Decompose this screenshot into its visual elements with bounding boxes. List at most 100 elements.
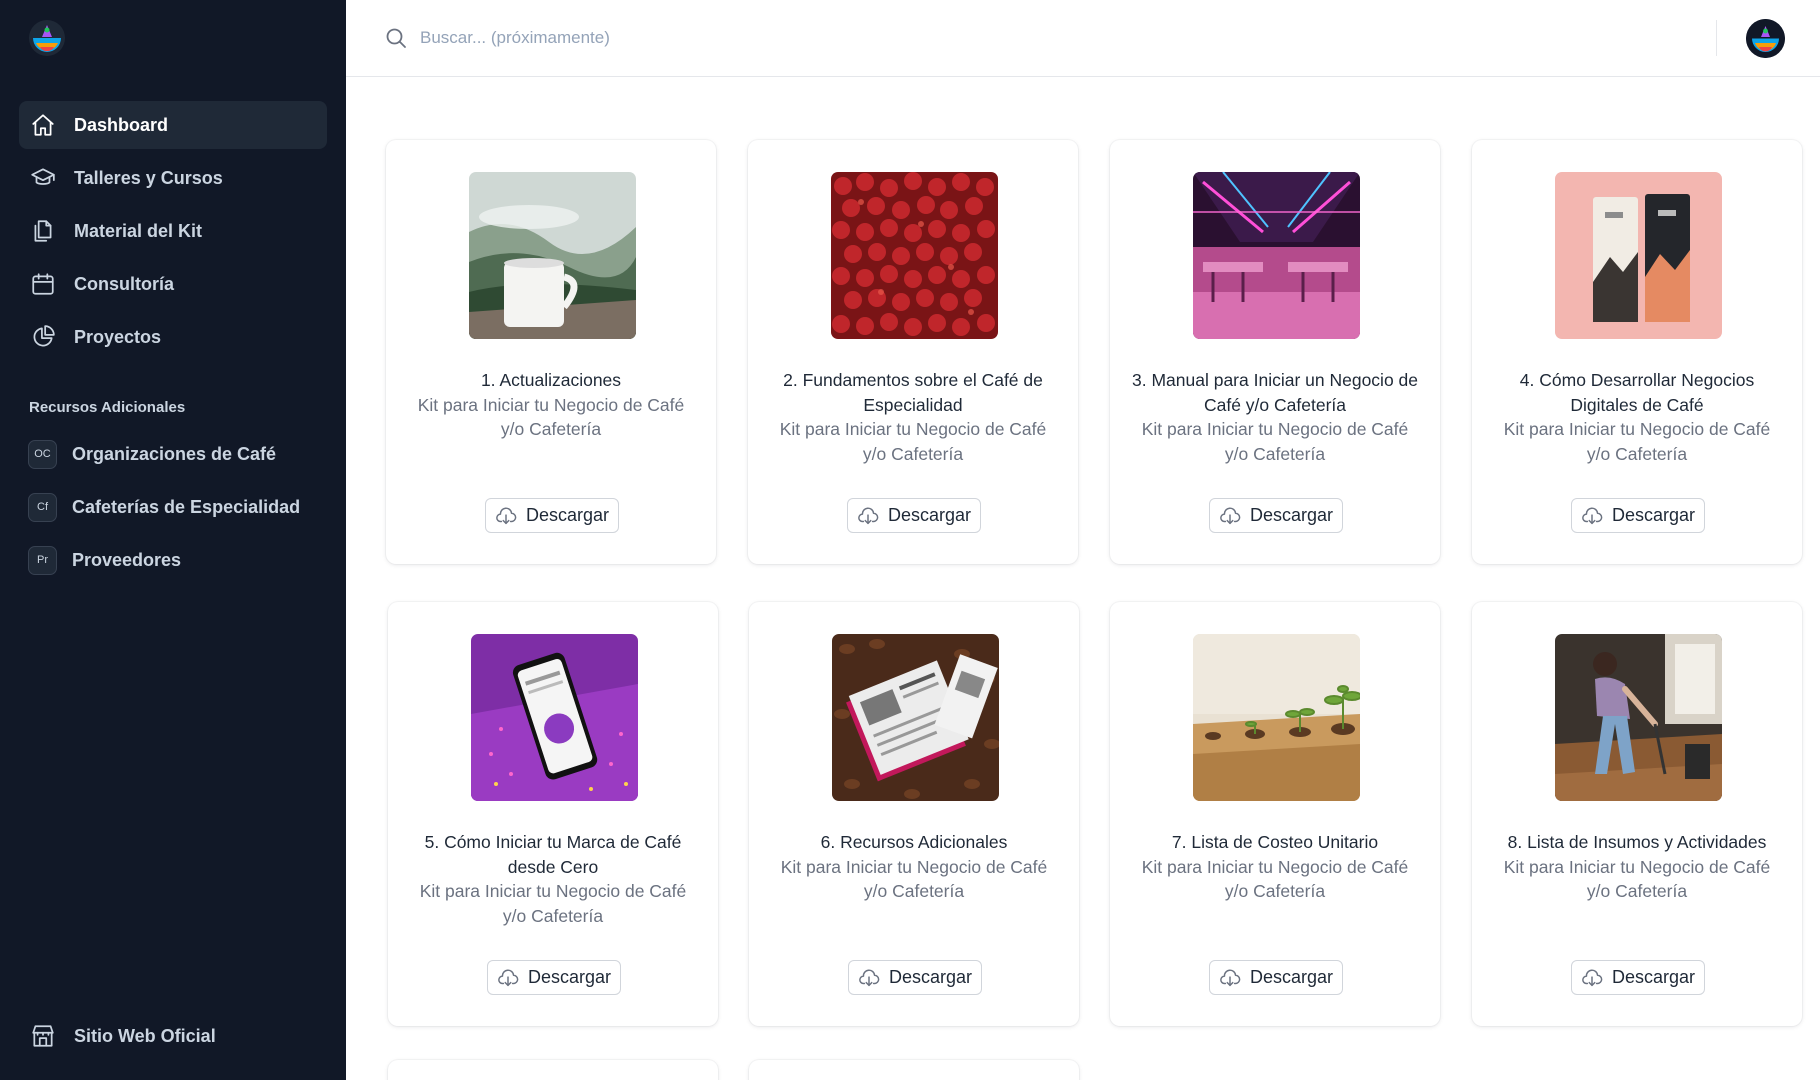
card-image xyxy=(469,172,636,339)
home-icon xyxy=(30,112,56,138)
download-label: Descargar xyxy=(887,505,972,525)
store-icon xyxy=(30,1023,56,1049)
sidebar-item-label: Sitio Web Oficial xyxy=(74,1025,216,1046)
resource-card-partial xyxy=(388,1060,718,1080)
card-image xyxy=(1555,634,1722,801)
download-button[interactable]: Descargar xyxy=(848,960,982,995)
card-title: 3. Manual para Iniciar un Negocio de Caf… xyxy=(1132,370,1419,415)
download-button[interactable]: Descargar xyxy=(1209,498,1343,533)
section-title: Recursos Adicionales xyxy=(29,399,186,416)
sidebar: Dashboard Talleres y Cursos Material del… xyxy=(0,0,346,1080)
resource-card: 8. Lista de Insumos y Actividades Kit pa… xyxy=(1472,602,1802,1026)
card-text: 7. Lista de Costeo Unitario Kit para Ini… xyxy=(1132,830,1418,904)
download-button[interactable]: Descargar xyxy=(487,960,621,995)
sidebar-item-label: Dashboard xyxy=(74,114,169,135)
card-subtitle: Kit para Iniciar tu Negocio de Café y/o … xyxy=(419,881,687,926)
download-label: Descargar xyxy=(1611,505,1696,525)
sidebar-item-proveedores[interactable]: Pr Proveedores xyxy=(19,536,327,584)
sidebar-item-label: Cafeterías de Especialidad xyxy=(72,496,301,517)
sidebar-item-label: Proyectos xyxy=(74,326,162,347)
search-input[interactable] xyxy=(420,20,1020,56)
resource-card-partial xyxy=(749,1060,1079,1080)
card-title: 5. Cómo Iniciar tu Marca de Café desde C… xyxy=(424,832,682,877)
download-label: Descargar xyxy=(1249,505,1334,525)
sidebar-item-sitio-web[interactable]: Sitio Web Oficial xyxy=(19,1012,327,1060)
resource-badge: Pr xyxy=(28,545,57,575)
card-subtitle: Kit para Iniciar tu Negocio de Café y/o … xyxy=(1141,419,1409,464)
card-subtitle: Kit para Iniciar tu Negocio de Café y/o … xyxy=(417,394,685,440)
sidebar-item-proyectos[interactable]: Proyectos xyxy=(19,313,327,361)
resource-card: 7. Lista de Costeo Unitario Kit para Ini… xyxy=(1110,602,1440,1026)
cloud-download-icon xyxy=(1582,506,1603,524)
card-subtitle: Kit para Iniciar tu Negocio de Café y/o … xyxy=(1503,419,1771,464)
resources-nav: OC Organizaciones de Café Cf Cafeterías … xyxy=(19,430,327,589)
graduation-cap-icon xyxy=(30,165,56,191)
divider xyxy=(1716,20,1717,56)
card-subtitle: Kit para Iniciar tu Negocio de Café y/o … xyxy=(1141,856,1409,902)
bottom-nav: Sitio Web Oficial xyxy=(19,1012,327,1065)
card-subtitle: Kit para Iniciar tu Negocio de Café y/o … xyxy=(780,856,1048,902)
card-text: 4. Cómo Desarrollar Negocios Digitales d… xyxy=(1494,368,1780,466)
sidebar-item-label: Proveedores xyxy=(72,549,182,570)
search-icon xyxy=(384,26,408,50)
pie-chart-icon xyxy=(30,324,56,350)
resource-card: 6. Recursos Adicionales Kit para Iniciar… xyxy=(749,602,1079,1026)
sidebar-item-material[interactable]: Material del Kit xyxy=(19,207,327,255)
sidebar-item-label: Talleres y Cursos xyxy=(74,167,223,188)
download-label: Descargar xyxy=(527,967,612,987)
card-text: 8. Lista de Insumos y Actividades Kit pa… xyxy=(1494,830,1780,904)
cloud-download-icon xyxy=(496,506,517,524)
download-button[interactable]: Descargar xyxy=(485,498,619,533)
download-label: Descargar xyxy=(1611,967,1696,987)
card-title: 2. Fundamentos sobre el Café de Especial… xyxy=(783,370,1043,415)
main-content: 1. Actualizaciones Kit para Iniciar tu N… xyxy=(346,0,1820,1080)
resource-card: 1. Actualizaciones Kit para Iniciar tu N… xyxy=(386,140,716,564)
top-bar xyxy=(346,0,1820,77)
sidebar-item-label: Material del Kit xyxy=(74,220,203,241)
documents-icon xyxy=(30,218,56,244)
card-text: 1. Actualizaciones Kit para Iniciar tu N… xyxy=(408,368,694,442)
brand-logo[interactable] xyxy=(28,19,66,57)
resource-card: 2. Fundamentos sobre el Café de Especial… xyxy=(748,140,1078,564)
card-text: 2. Fundamentos sobre el Café de Especial… xyxy=(770,368,1056,466)
card-image xyxy=(1193,172,1360,339)
card-title: 4. Cómo Desarrollar Negocios Digitales d… xyxy=(1519,370,1755,415)
card-title: 6. Recursos Adicionales xyxy=(820,832,1008,852)
card-image xyxy=(1193,634,1360,801)
calendar-icon xyxy=(30,271,56,297)
card-image xyxy=(832,634,999,801)
card-title: 8. Lista de Insumos y Actividades xyxy=(1507,832,1767,852)
resource-badge: OC xyxy=(28,439,57,469)
download-label: Descargar xyxy=(525,505,610,525)
avatar[interactable] xyxy=(1746,19,1785,58)
sidebar-item-dashboard[interactable]: Dashboard xyxy=(19,101,327,149)
card-title: 7. Lista de Costeo Unitario xyxy=(1171,832,1379,852)
download-label: Descargar xyxy=(1249,967,1334,987)
card-text: 5. Cómo Iniciar tu Marca de Café desde C… xyxy=(410,830,696,928)
card-subtitle: Kit para Iniciar tu Negocio de Café y/o … xyxy=(779,419,1047,464)
card-text: 6. Recursos Adicionales Kit para Iniciar… xyxy=(771,830,1057,904)
sidebar-item-consultoria[interactable]: Consultoría xyxy=(19,260,327,308)
resource-card: 5. Cómo Iniciar tu Marca de Café desde C… xyxy=(388,602,718,1026)
card-image xyxy=(471,634,638,801)
download-button[interactable]: Descargar xyxy=(847,498,981,533)
card-title: 1. Actualizaciones xyxy=(480,370,622,390)
sidebar-item-organizaciones[interactable]: OC Organizaciones de Café xyxy=(19,430,327,478)
card-image xyxy=(831,172,998,339)
main-nav: Dashboard Talleres y Cursos Material del… xyxy=(19,101,327,366)
download-button[interactable]: Descargar xyxy=(1571,498,1705,533)
cloud-download-icon xyxy=(498,968,519,986)
sidebar-item-talleres[interactable]: Talleres y Cursos xyxy=(19,154,327,202)
download-button[interactable]: Descargar xyxy=(1571,960,1705,995)
sidebar-item-label: Organizaciones de Café xyxy=(72,443,277,464)
cloud-download-icon xyxy=(858,506,879,524)
cloud-download-icon xyxy=(1220,968,1241,986)
card-text: 3. Manual para Iniciar un Negocio de Caf… xyxy=(1132,368,1418,466)
cloud-download-icon xyxy=(859,968,880,986)
resource-badge: Cf xyxy=(28,492,57,522)
cloud-download-icon xyxy=(1220,506,1241,524)
resource-card: 4. Cómo Desarrollar Negocios Digitales d… xyxy=(1472,140,1802,564)
resource-card: 3. Manual para Iniciar un Negocio de Caf… xyxy=(1110,140,1440,564)
sidebar-item-cafeterias[interactable]: Cf Cafeterías de Especialidad xyxy=(19,483,327,531)
download-button[interactable]: Descargar xyxy=(1209,960,1343,995)
